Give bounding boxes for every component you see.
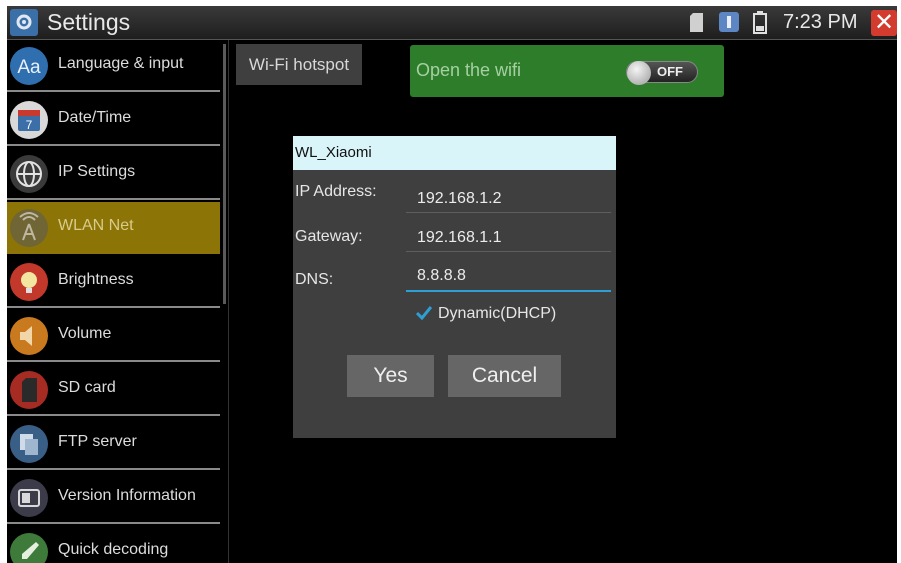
sidebar-item-label: SD card xyxy=(58,379,116,396)
sidebar-item-label: FTP server xyxy=(58,433,137,450)
close-button[interactable]: ✕ xyxy=(871,10,897,36)
checkmark-icon[interactable] xyxy=(416,306,432,320)
yes-button[interactable]: Yes xyxy=(347,355,434,397)
dns-field[interactable]: 8.8.8.8 xyxy=(406,264,611,292)
open-wifi-label: Open the wifi xyxy=(416,60,522,80)
sidebar-item-label: Date/Time xyxy=(58,109,132,126)
ftp-icon xyxy=(10,425,48,463)
dialog-title: WL_Xiaomi xyxy=(293,136,616,170)
sidebar-item-sd-card[interactable]: SD card xyxy=(7,364,220,416)
sidebar-item-label: Version Information xyxy=(58,487,196,504)
sidebar-divider xyxy=(228,40,229,563)
open-wifi-panel: Open the wifi OFF xyxy=(410,45,724,97)
sidebar-item-label: Volume xyxy=(58,325,112,342)
wifi-toggle-state: OFF xyxy=(657,64,683,79)
sidebar-item-ip-settings[interactable]: IP Settings xyxy=(7,148,220,200)
dns-label: DNS: xyxy=(295,271,334,288)
battery-icon xyxy=(753,11,767,34)
cancel-button[interactable]: Cancel xyxy=(448,355,561,397)
sidebar-item-ftp[interactable]: FTP server xyxy=(7,418,220,470)
globe-icon xyxy=(10,155,48,193)
calendar-icon: 7 xyxy=(10,101,48,139)
speaker-icon xyxy=(10,317,48,355)
sidebar-scrollbar[interactable] xyxy=(223,44,226,304)
gateway-label: Gateway: xyxy=(295,228,363,245)
sd-card-icon xyxy=(690,13,703,32)
sidebar-item-label: Quick decoding xyxy=(58,541,169,558)
svg-text:Aa: Aa xyxy=(17,57,41,78)
gateway-field[interactable]: 192.168.1.1 xyxy=(406,224,611,252)
sidebar-item-language[interactable]: Aa Language & input xyxy=(7,40,220,92)
sidebar-item-datetime[interactable]: 7 Date/Time xyxy=(7,94,220,146)
version-icon xyxy=(10,479,48,517)
language-icon: Aa xyxy=(10,47,48,85)
brightness-icon xyxy=(10,263,48,301)
wifi-tower-icon xyxy=(10,209,48,247)
sidebar-item-volume[interactable]: Volume xyxy=(7,310,220,362)
status-bar: Settings 7:23 PM ✕ xyxy=(7,6,897,40)
app-title: Settings xyxy=(47,9,131,35)
wifi-toggle[interactable]: OFF xyxy=(626,61,698,85)
sidebar-item-quick-decoding[interactable]: Quick decoding xyxy=(7,526,220,563)
tab-wifi-hotspot[interactable]: Wi-Fi hotspot xyxy=(236,44,362,85)
sd-card-icon xyxy=(10,371,48,409)
sidebar-item-label: WLAN Net xyxy=(58,217,134,234)
rocket-icon xyxy=(10,533,48,563)
notification-icon xyxy=(719,12,739,32)
wifi-toggle-knob xyxy=(627,61,651,85)
close-icon: ✕ xyxy=(873,9,895,36)
svg-text:7: 7 xyxy=(26,118,33,132)
sidebar-item-wlan[interactable]: WLAN Net xyxy=(7,202,220,254)
sidebar-item-label: Language & input xyxy=(58,55,184,72)
device-screen: Settings 7:23 PM ✕ Aa Language & input 7… xyxy=(7,6,897,563)
settings-sidebar: Aa Language & input 7 Date/Time IP Setti… xyxy=(7,40,221,563)
sidebar-item-brightness[interactable]: Brightness xyxy=(7,256,220,308)
settings-app-icon xyxy=(10,9,38,36)
sidebar-item-label: Brightness xyxy=(58,271,134,288)
sidebar-item-label: IP Settings xyxy=(58,163,136,180)
ip-address-label: IP Address: xyxy=(295,183,377,200)
network-dialog: WL_Xiaomi IP Address: 192.168.1.2 Gatewa… xyxy=(293,136,616,438)
ip-address-field[interactable]: 192.168.1.2 xyxy=(406,185,611,213)
sidebar-item-version[interactable]: Version Information xyxy=(7,472,220,524)
clock: 7:23 PM xyxy=(783,11,858,33)
dhcp-checkbox-label[interactable]: Dynamic(DHCP) xyxy=(438,305,556,323)
